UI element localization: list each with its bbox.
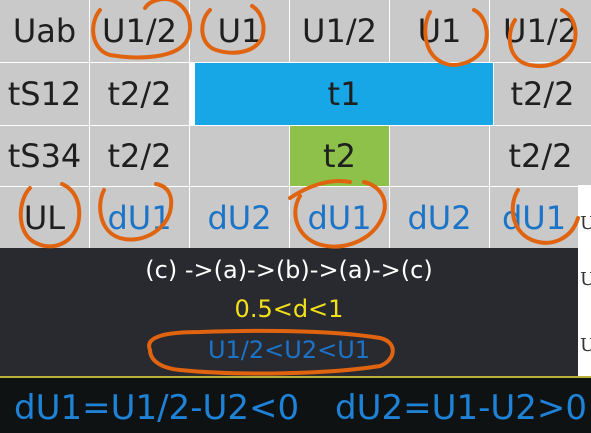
row1-col4: U1/2 — [290, 0, 389, 62]
equation-2: dU2=U1-U2>0 — [335, 388, 588, 428]
row2-col6: t2/2 — [494, 63, 591, 125]
side-text-b: U — [580, 269, 591, 290]
row1-col6: U1/2 — [490, 0, 591, 62]
row1-col3: U1 — [190, 0, 289, 62]
row2-col1: tS12 — [0, 63, 89, 125]
side-text-c: U — [580, 335, 591, 356]
row4-col3: dU2 — [190, 187, 289, 248]
row1-col5: U1 — [390, 0, 489, 62]
row3-col6: t2/2 — [490, 126, 591, 186]
row4-col6: dU1 — [490, 187, 578, 248]
row4-col4: dU1 — [290, 187, 389, 248]
equation-1: dU1=U1/2-U2<0 — [14, 388, 300, 428]
row3-col1: tS34 — [0, 126, 89, 186]
sequence-text: (c) ->(a)->(b)->(a)->(c) — [145, 256, 433, 284]
row4-col5: dU2 — [390, 187, 489, 248]
range-text: U1/2<U2<U1 — [207, 336, 371, 364]
row3-col3 — [190, 126, 289, 186]
row3-col2: t2/2 — [90, 126, 189, 186]
row3-col5 — [390, 126, 489, 186]
row1-col1: Uab — [0, 0, 89, 62]
notes-panel: (c) ->(a)->(b)->(a)->(c) 0.5<d<1 U1/2<U2… — [0, 248, 578, 376]
switching-table: Uab U1/2 U1 U1/2 U1 U1/2 tS12 t2/2 t1 t2… — [0, 0, 591, 248]
side-text-a: U — [580, 213, 591, 234]
row2-center-bar: t1 — [195, 63, 493, 125]
row4-col1: UL — [0, 187, 89, 248]
row1-col2: U1/2 — [90, 0, 189, 62]
row3-green-box: t2 — [290, 126, 389, 186]
duty-text: 0.5<d<1 — [234, 295, 344, 323]
row2-col2: t2/2 — [90, 63, 189, 125]
side-text-panel: U U U — [578, 185, 591, 379]
row4-col2: dU1 — [90, 187, 189, 248]
equation-bar: dU1=U1/2-U2<0 dU2=U1-U2>0 — [0, 376, 591, 433]
